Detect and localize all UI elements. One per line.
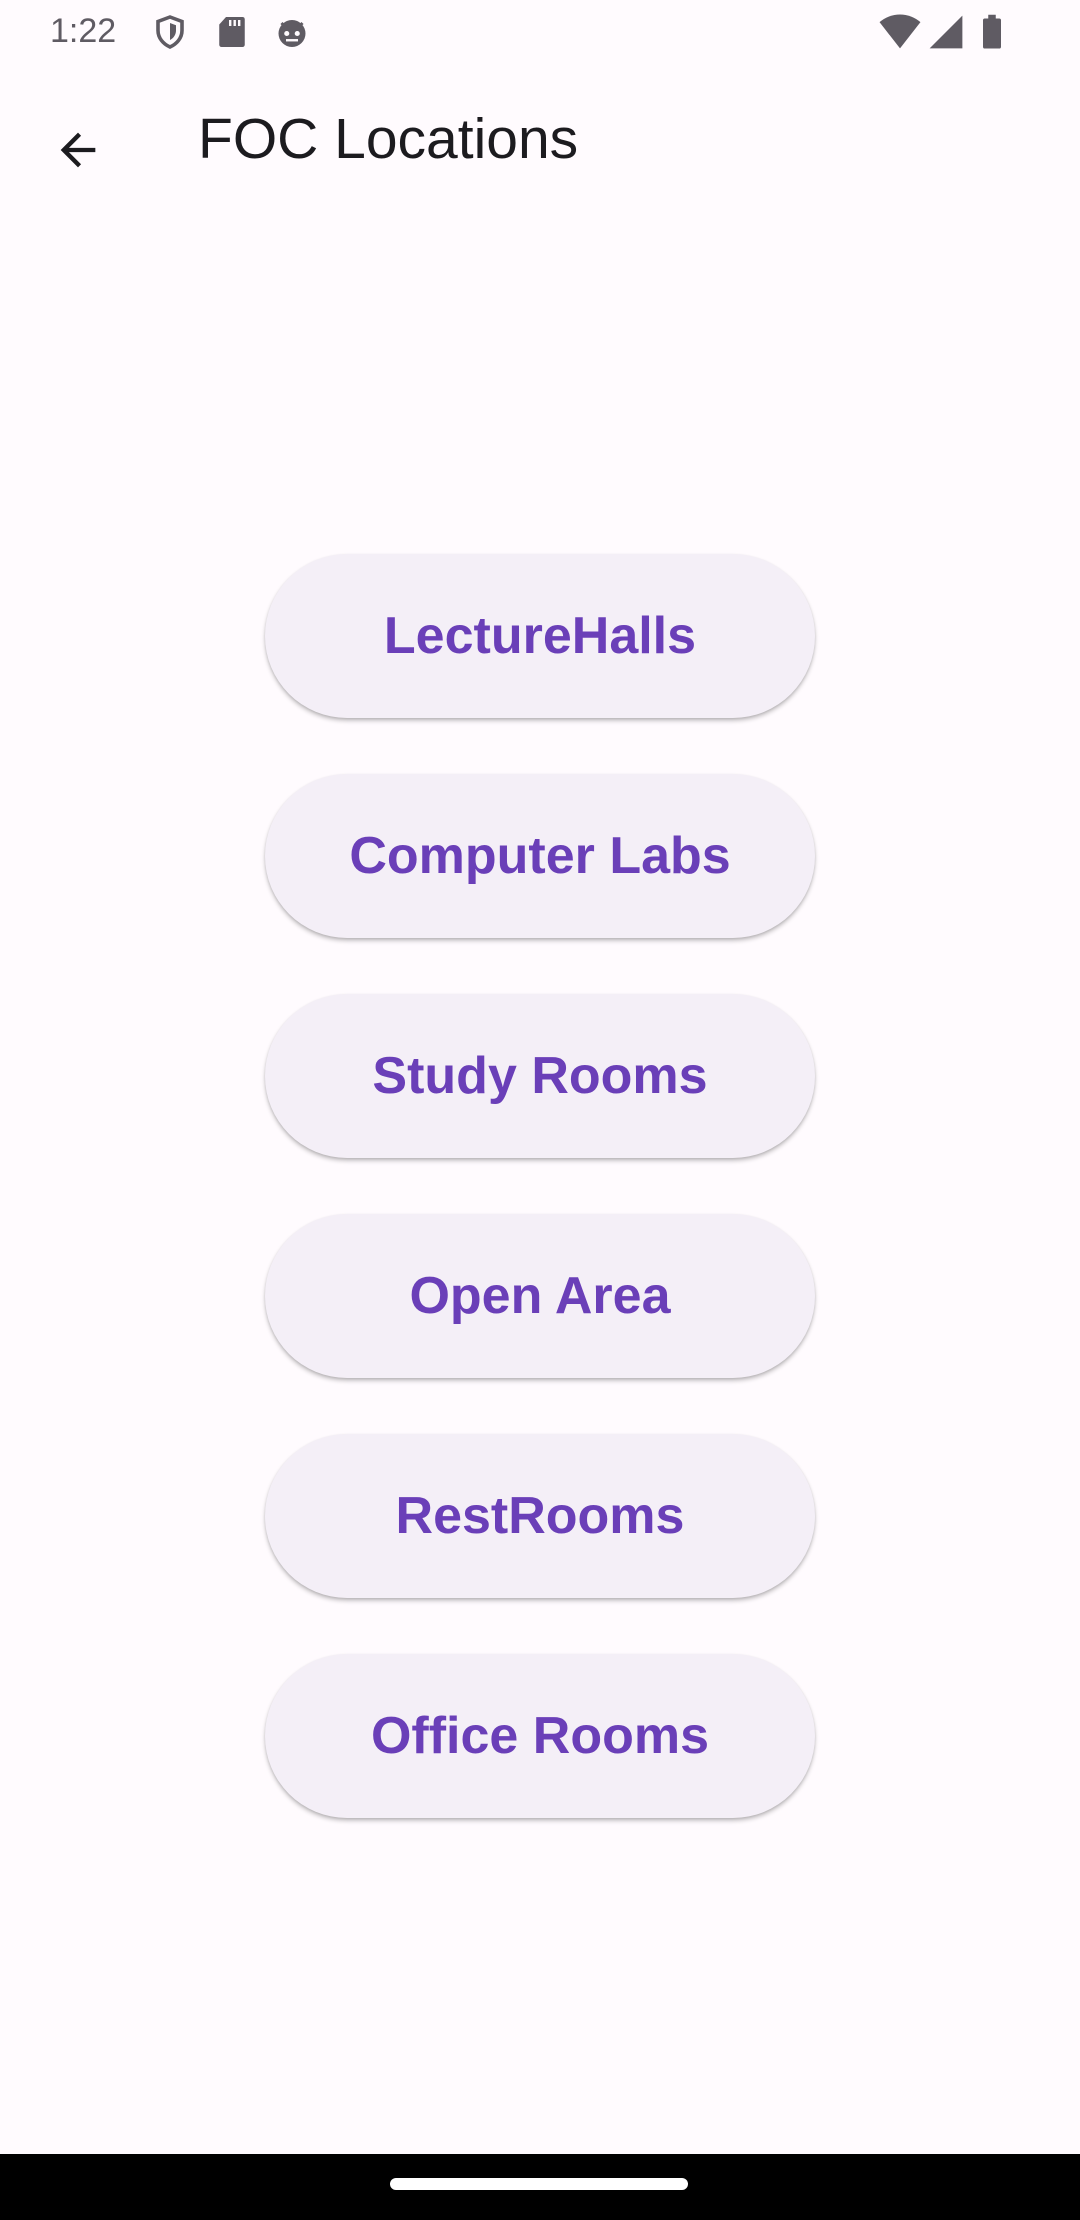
home-gesture-handle[interactable] bbox=[390, 2178, 688, 2190]
location-button-list: LectureHalls Computer Labs Study Rooms O… bbox=[0, 554, 1080, 1874]
button-label: RestRooms bbox=[395, 1487, 685, 1545]
study-rooms-button[interactable]: Study Rooms bbox=[265, 994, 815, 1158]
arrow-back-icon bbox=[52, 124, 104, 181]
button-label: Open Area bbox=[409, 1267, 671, 1325]
shield-icon bbox=[152, 14, 188, 50]
battery-icon bbox=[978, 14, 1006, 50]
button-label: Office Rooms bbox=[370, 1707, 710, 1765]
android-face-icon bbox=[274, 14, 310, 50]
page-title: FOC Locations bbox=[198, 107, 579, 171]
app-bar: FOC Locations bbox=[0, 64, 1080, 220]
computer-labs-button[interactable]: Computer Labs bbox=[265, 774, 815, 938]
button-label: Study Rooms bbox=[372, 1047, 708, 1105]
navigation-bar bbox=[0, 2154, 1080, 2220]
office-rooms-button[interactable]: Office Rooms bbox=[265, 1654, 815, 1818]
cell-signal-icon bbox=[926, 14, 966, 50]
status-time: 1:22 bbox=[50, 12, 117, 50]
button-label: Computer Labs bbox=[349, 827, 731, 885]
button-label: LectureHalls bbox=[383, 607, 697, 665]
back-button[interactable] bbox=[36, 110, 120, 194]
status-bar: 1:22 bbox=[0, 0, 1080, 64]
wifi-icon bbox=[878, 14, 922, 50]
restrooms-button[interactable]: RestRooms bbox=[265, 1434, 815, 1598]
sd-card-icon bbox=[214, 14, 250, 50]
lecture-halls-button[interactable]: LectureHalls bbox=[265, 554, 815, 718]
open-area-button[interactable]: Open Area bbox=[265, 1214, 815, 1378]
